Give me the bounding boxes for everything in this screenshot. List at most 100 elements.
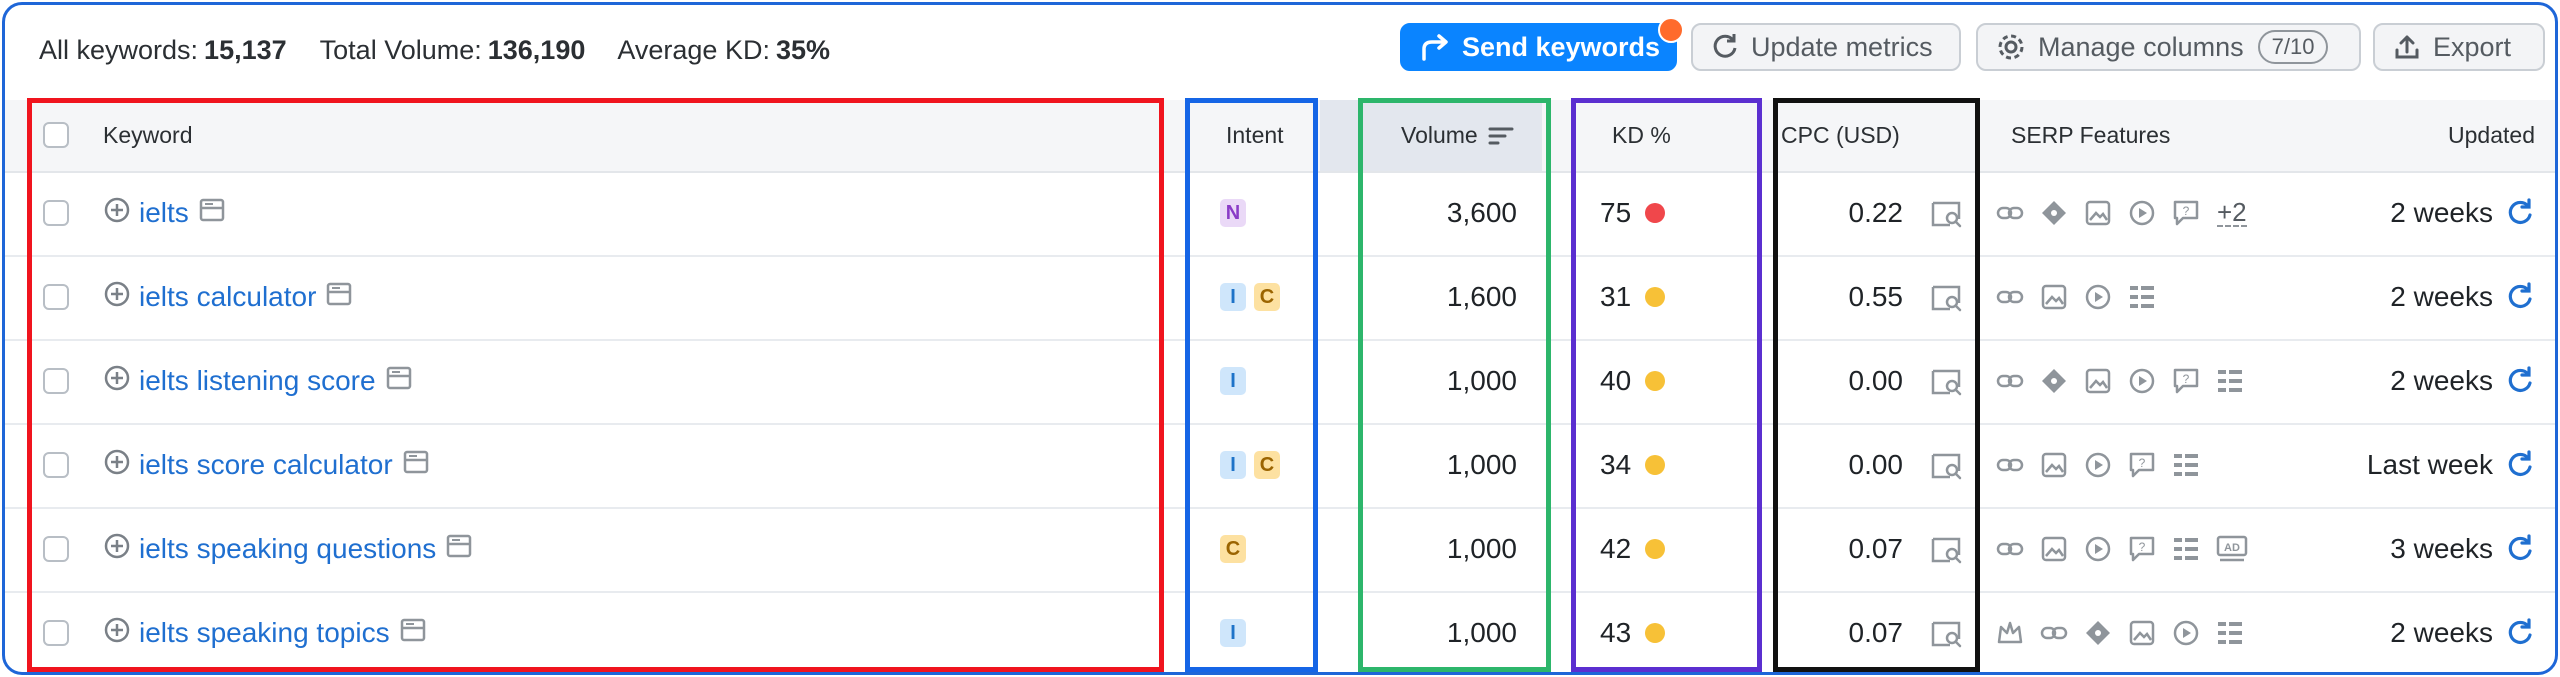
all-keywords-label: All keywords: xyxy=(39,35,199,65)
video-icon xyxy=(2083,450,2113,480)
serp-snapshot-icon[interactable] xyxy=(400,617,426,649)
refresh-icon[interactable] xyxy=(2493,198,2535,228)
refresh-icon[interactable] xyxy=(2493,450,2535,480)
refresh-icon[interactable] xyxy=(2493,534,2535,564)
share-arrow-icon xyxy=(1422,34,1448,61)
row-checkbox[interactable] xyxy=(43,284,69,310)
add-to-list-icon[interactable] xyxy=(103,616,131,651)
refresh-icon[interactable] xyxy=(2493,366,2535,396)
serp-analysis-icon[interactable] xyxy=(1930,451,1962,486)
keyword-link[interactable]: ielts speaking topics xyxy=(139,617,390,649)
keyword-table-panel: All keywords: 15,137 Total Volume: 136,190… xyxy=(2,2,2558,675)
cpc-value: 0.22 xyxy=(1848,197,1904,228)
add-to-list-icon[interactable] xyxy=(103,364,131,399)
updated-cell: 2 weeks xyxy=(2390,171,2535,255)
intent-badge: I xyxy=(1220,283,1246,311)
add-to-list-icon[interactable] xyxy=(103,448,131,483)
col-kd[interactable]: KD % xyxy=(1612,100,1671,171)
serp-features-cell: ? +2 xyxy=(1995,171,2247,255)
col-updated[interactable]: Updated xyxy=(2448,100,2535,171)
link-icon xyxy=(1995,366,2025,396)
sitelinks-icon xyxy=(2171,534,2201,564)
serp-snapshot-icon[interactable] xyxy=(199,197,225,229)
updated-value: 3 weeks xyxy=(2390,533,2493,564)
row-checkbox[interactable] xyxy=(43,452,69,478)
table-row: ielts N 3,600 75 0.22? +2 2 weeks xyxy=(5,171,2555,257)
keyword-link[interactable]: ielts calculator xyxy=(139,281,316,313)
row-checkbox[interactable] xyxy=(43,620,69,646)
serp-snapshot-icon[interactable] xyxy=(403,449,429,481)
row-checkbox[interactable] xyxy=(43,200,69,226)
table-header: Keyword Intent Volume KD % CPC (USD) SER… xyxy=(5,100,2555,173)
keyword-link[interactable]: ielts xyxy=(139,197,189,229)
cpc-value: 0.07 xyxy=(1848,617,1904,648)
kd-difficulty-dot xyxy=(1645,371,1666,391)
serp-analysis-icon[interactable] xyxy=(1930,367,1962,402)
serp-analysis-icon[interactable] xyxy=(1930,199,1962,234)
serp-features-cell xyxy=(1995,255,2157,339)
col-intent[interactable]: Intent xyxy=(1226,100,1284,171)
intent-badge: I xyxy=(1220,451,1246,479)
row-checkbox[interactable] xyxy=(43,536,69,562)
add-to-list-icon[interactable] xyxy=(103,532,131,567)
kd-cell: 40 xyxy=(1600,339,1666,423)
manage-columns-label: Manage columns xyxy=(2038,31,2244,62)
col-cpc[interactable]: CPC (USD) xyxy=(1781,100,1900,171)
serp-features-cell xyxy=(1995,591,2245,672)
keyword-cell: ielts listening score xyxy=(103,339,412,423)
crown-icon xyxy=(1995,618,2025,648)
keyword-link[interactable]: ielts listening score xyxy=(139,365,376,397)
volume-value: 1,000 xyxy=(1446,617,1517,648)
average-kd-label: Average KD: xyxy=(617,35,770,65)
updated-value: 2 weeks xyxy=(2390,197,2493,228)
kd-value: 34 xyxy=(1600,449,1632,480)
intent-badge: C xyxy=(1254,283,1280,311)
kd-cell: 43 xyxy=(1600,591,1666,672)
people-also-ask-icon: ? xyxy=(2127,534,2157,564)
intent-cell: IC xyxy=(1220,255,1280,339)
row-checkbox[interactable] xyxy=(43,368,69,394)
serp-snapshot-icon[interactable] xyxy=(446,533,472,565)
kd-value: 40 xyxy=(1600,365,1632,396)
keyword-cell: ielts speaking questions xyxy=(103,507,472,591)
updated-value: 2 weeks xyxy=(2390,617,2493,648)
select-all-checkbox[interactable] xyxy=(43,122,69,148)
refresh-icon[interactable] xyxy=(2493,618,2535,648)
serp-analysis-icon[interactable] xyxy=(1930,619,1962,654)
col-serp-features[interactable]: SERP Features xyxy=(2011,100,2170,171)
notification-dot xyxy=(1658,17,1684,43)
add-to-list-icon[interactable] xyxy=(103,280,131,315)
updated-cell: 2 weeks xyxy=(2390,339,2535,423)
updated-cell: 2 weeks xyxy=(2390,255,2535,339)
volume-value: 1,600 xyxy=(1446,281,1517,312)
serp-snapshot-icon[interactable] xyxy=(386,365,412,397)
send-keywords-button[interactable]: Send keywords xyxy=(1400,23,1677,71)
col-keyword[interactable]: Keyword xyxy=(103,100,192,171)
serp-analysis-icon[interactable] xyxy=(1930,283,1962,318)
svg-text:?: ? xyxy=(2139,540,2146,554)
export-button[interactable]: Export xyxy=(2373,23,2545,71)
people-also-ask-icon: ? xyxy=(2171,198,2201,228)
col-volume[interactable]: Volume xyxy=(1401,100,1514,171)
serp-snapshot-icon[interactable] xyxy=(326,281,352,313)
image-pack-icon xyxy=(2039,534,2069,564)
refresh-icon[interactable] xyxy=(2493,282,2535,312)
kd-value: 75 xyxy=(1600,197,1632,228)
serp-analysis-icon[interactable] xyxy=(1930,535,1962,570)
volume-value: 1,000 xyxy=(1446,533,1517,564)
more-features-link[interactable]: +2 xyxy=(2217,199,2247,227)
intent-cell: N xyxy=(1220,171,1246,255)
keyword-link[interactable]: ielts speaking questions xyxy=(139,533,436,565)
video-icon xyxy=(2083,282,2113,312)
ad-icon: AD xyxy=(2215,534,2249,564)
link-icon xyxy=(1995,282,2025,312)
add-to-list-icon[interactable] xyxy=(103,196,131,231)
image-pack-icon xyxy=(2039,450,2069,480)
manage-columns-button[interactable]: Manage columns 7/10 xyxy=(1976,23,2361,71)
total-volume-value: 136,190 xyxy=(487,35,586,65)
update-metrics-button[interactable]: Update metrics xyxy=(1691,23,1961,71)
svg-text:?: ? xyxy=(2183,372,2190,386)
knowledge-panel-icon xyxy=(2039,198,2069,228)
gear-icon xyxy=(1998,34,2024,60)
keyword-link[interactable]: ielts score calculator xyxy=(139,449,393,481)
